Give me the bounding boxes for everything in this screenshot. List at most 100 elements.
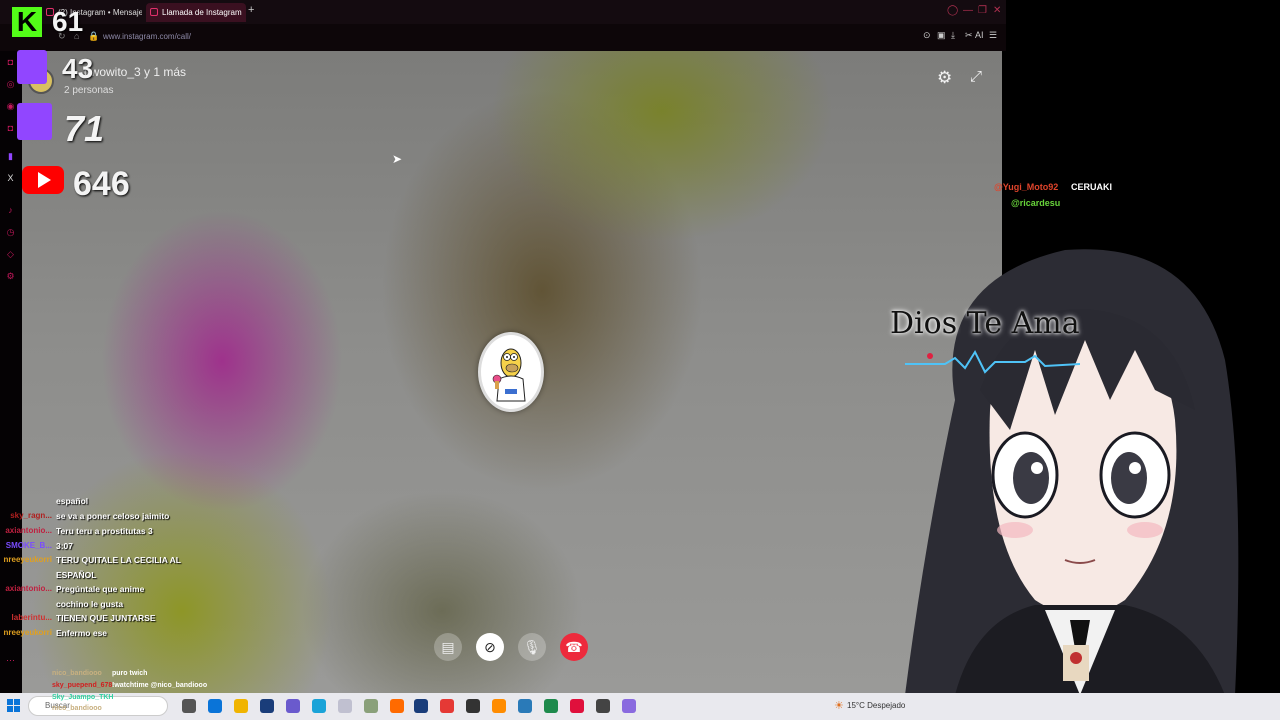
download-icon[interactable]: ⤓ xyxy=(951,30,955,41)
bookmark-icon[interactable]: ⊙ xyxy=(923,30,931,41)
app-icon[interactable] xyxy=(286,699,300,713)
chat-username: SMOKE_B... xyxy=(5,541,52,550)
screen: (2) Instagram • Mensajes Llamada de Inst… xyxy=(0,0,1280,720)
kick-viewer-count: 61 xyxy=(52,6,84,37)
more-icon[interactable]: ⋯ xyxy=(5,655,16,666)
app-icon[interactable] xyxy=(364,699,378,713)
minimize-icon[interactable]: — xyxy=(963,5,973,16)
dios-te-ama-text: Dios Te Ama xyxy=(890,306,1080,341)
twitch-logo xyxy=(17,50,47,84)
fullscreen-icon[interactable]: ⤢ xyxy=(970,68,982,85)
chat-username: nreeyeukorri xyxy=(3,555,52,564)
browser-sidebar: ◘ ◎ ◉ ◘ ▮ X ♪ ◷ ◇ ⚙ ⋯ xyxy=(0,51,22,693)
search-tabs-icon[interactable]: ◯ xyxy=(947,5,958,16)
chat-username: Sky_Juampo_TKH xyxy=(52,694,114,701)
x-icon[interactable]: X xyxy=(5,173,16,184)
heartbeat-line-icon xyxy=(905,349,1080,374)
chat-username: axiantonio... xyxy=(5,584,52,593)
close-icon[interactable]: ✕ xyxy=(993,5,1001,16)
chat-message: se va a poner celoso jaimito xyxy=(56,511,170,521)
task-view-icon[interactable] xyxy=(182,699,196,713)
app-icon[interactable] xyxy=(544,699,558,713)
chat-message: !watchtime @nico_bandiooo xyxy=(112,682,208,689)
chat-message: puro twich xyxy=(112,670,148,677)
hang-up-button[interactable]: ☎ xyxy=(560,633,588,661)
weather-status[interactable]: 15°C Despejado xyxy=(847,701,905,710)
firefox-icon[interactable] xyxy=(390,699,404,713)
call-participants: 2 personas xyxy=(64,85,114,96)
edge-icon[interactable] xyxy=(312,699,326,713)
chat-username: @Yugi_Moto92 xyxy=(994,182,1059,192)
participant-avatar xyxy=(478,332,544,412)
chat-message: cochino le gusta xyxy=(56,599,124,609)
messenger-icon[interactable]: ◎ xyxy=(5,79,16,90)
app-icon[interactable] xyxy=(492,699,506,713)
obs-icon[interactable] xyxy=(466,699,480,713)
windows-taskbar: Buscar ☀ 15°C Despejado xyxy=(0,693,1280,720)
screenshot-icon[interactable]: ✂ xyxy=(965,30,973,41)
share-screen-button[interactable]: ▤ xyxy=(434,633,462,661)
kick-logo: K xyxy=(12,7,42,37)
chat-message: 3:07 xyxy=(56,541,74,551)
instagram-icon xyxy=(150,8,158,16)
instagram-icon[interactable]: ◘ xyxy=(5,123,16,134)
chat-username: nico_bandiooo xyxy=(52,705,102,712)
chrome-icon[interactable] xyxy=(440,699,454,713)
chat-username: axiantonio... xyxy=(5,526,52,535)
app-icon[interactable] xyxy=(622,699,636,713)
vegas-icon[interactable] xyxy=(260,699,274,713)
chat-message: Teru teru a prostitutas 3 xyxy=(56,526,153,536)
weather-icon: ☀ xyxy=(834,700,844,712)
video-off-button[interactable]: ⊘ xyxy=(476,633,504,661)
tab-instagram-call[interactable]: Llamada de Instagram xyxy=(146,3,246,22)
chat-username: nico_bandiooo xyxy=(52,670,102,677)
url-field[interactable]: www.instagram.com/call/ xyxy=(103,32,191,41)
chat-message: español xyxy=(56,496,89,506)
extension-icon[interactable]: ◇ xyxy=(5,249,16,260)
lock-icon: 🔒 xyxy=(88,31,100,41)
youtube-viewer-count: 646 xyxy=(73,165,130,203)
twitch-logo xyxy=(17,103,52,140)
browser-tab-bar: (2) Instagram • Mensajes Llamada de Inst… xyxy=(0,0,1006,24)
chat-username: sky_puepend_678 xyxy=(52,682,113,689)
vegas-icon[interactable] xyxy=(414,699,428,713)
mic-button[interactable]: 🎙 xyxy=(518,633,546,661)
app-icon[interactable] xyxy=(338,699,352,713)
edge-icon[interactable] xyxy=(208,699,222,713)
chat-username: sky_ragn... xyxy=(10,511,52,520)
new-tab-button[interactable]: + xyxy=(248,4,254,16)
app-icon[interactable] xyxy=(518,699,532,713)
settings-icon[interactable]: ⚙ xyxy=(5,271,16,282)
instagram-icon[interactable]: ◘ xyxy=(5,57,16,68)
twitch-viewer-count: 43 xyxy=(62,53,94,84)
file-explorer-icon[interactable] xyxy=(234,699,248,713)
chat-message: TIENEN QUE JUNTARSE xyxy=(56,613,156,623)
chat-message: ESPAÑOL xyxy=(56,570,97,580)
cartoon-avatar-icon xyxy=(492,348,526,402)
chat-message: Pregúntale que anime xyxy=(56,584,145,594)
mouse-cursor-icon: ➤ xyxy=(392,152,403,166)
chat-mention: @ricardesu xyxy=(1011,198,1061,208)
twitch-icon[interactable]: ▮ xyxy=(5,151,16,162)
app-icon[interactable] xyxy=(596,699,610,713)
opera-gx-icon[interactable] xyxy=(570,699,584,713)
windows-start-icon[interactable] xyxy=(7,699,21,713)
wallet-icon[interactable]: ▣ xyxy=(937,30,946,41)
chat-message: TERU QUITALE LA CECILIA AL xyxy=(56,555,181,565)
menu-icon[interactable]: ☰ xyxy=(989,30,997,41)
maximize-icon[interactable]: ❐ xyxy=(978,5,987,16)
tab-label: Llamada de Instagram xyxy=(162,8,242,17)
chat-username: nreeyeukorri xyxy=(3,628,52,637)
chat-message: Enfermo ese xyxy=(56,628,108,638)
chat-username: laberintu... xyxy=(11,613,52,622)
chat-message: CERUAKI xyxy=(1071,182,1113,192)
address-bar: ↻ ⌂ 🔒 www.instagram.com/call/ ⊙ ▣ ⤓ ✂ AI… xyxy=(0,24,1006,68)
gear-icon[interactable]: ⚙ xyxy=(937,68,952,88)
clock-icon[interactable]: ◷ xyxy=(5,227,16,238)
music-icon[interactable]: ♪ xyxy=(5,205,16,216)
play-icon xyxy=(38,172,51,188)
twitch-viewer-count: 71 xyxy=(64,108,105,149)
ai-button[interactable]: AI xyxy=(975,30,984,40)
whatsapp-icon[interactable]: ◉ xyxy=(5,101,16,112)
call-title: owowito_3 y 1 más xyxy=(84,65,187,79)
